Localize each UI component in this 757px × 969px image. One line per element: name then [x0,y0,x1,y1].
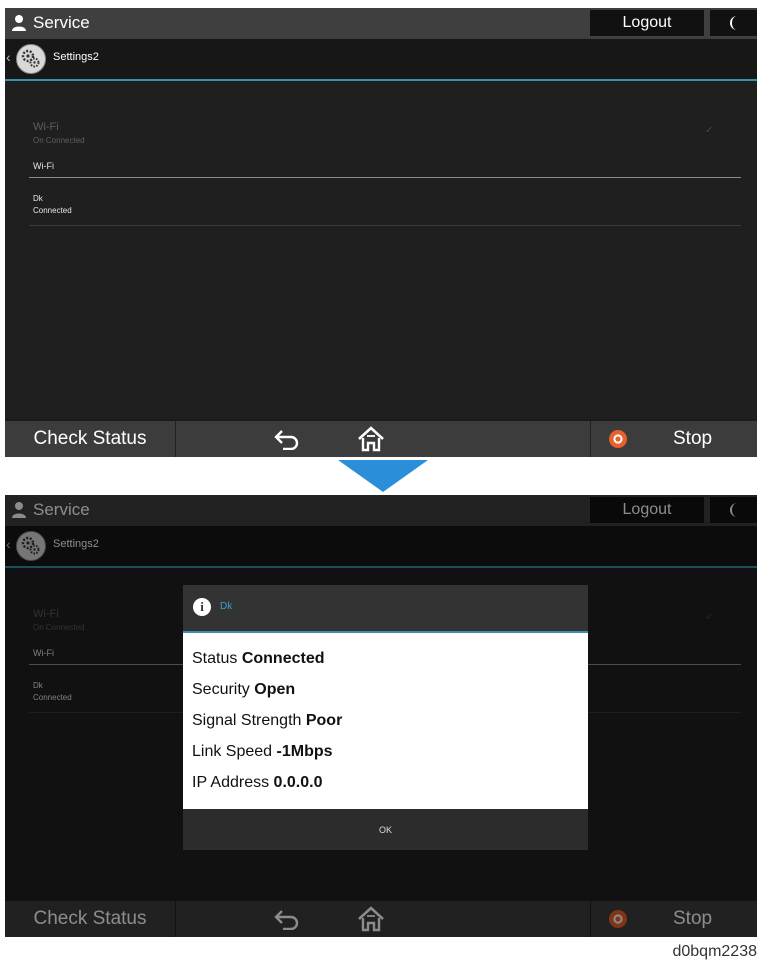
stop-button[interactable]: Stop [673,428,712,450]
separator [590,421,591,457]
app-title: Service [33,13,90,32]
status-row: Status Connected [192,650,324,668]
security-row: Security Open [192,681,295,699]
dialog-header: i Dk [183,585,588,633]
ip-address-value: 0.0.0.0 [273,774,323,791]
gear-icon [21,49,40,68]
ip-address-label: IP Address [192,774,270,791]
link-speed-row: Link Speed -1Mbps [192,743,333,761]
divider [29,177,741,178]
home-icon[interactable] [357,426,385,452]
back-arrow-icon[interactable] [273,428,301,450]
top-bar: Service Logout [5,8,757,39]
wifi-label: Wi-Fi [33,121,59,133]
dialog-title: Dk [220,601,233,612]
network-status: Connected [33,206,72,215]
settings-button[interactable] [16,44,46,74]
divider [29,225,741,226]
bottom-bar: Check Status Stop [5,421,757,457]
security-label: Security [192,681,250,698]
signal-strength-row: Signal Strength Poor [192,712,342,730]
signal-strength-label: Signal Strength [192,712,302,729]
wifi-toggle-row[interactable]: Wi-Fi On Connected [33,121,85,145]
network-item[interactable]: Dk Connected [33,193,72,217]
back-chevron[interactable]: ‹ [6,49,11,65]
status-label: Status [192,650,238,667]
checkmark-icon: ✓ [705,125,714,136]
settings-header: ‹ Settings2 [5,39,757,81]
network-info-dialog: i Dk Status Connected Security Open Sign… [183,585,588,850]
wifi-state: On Connected [33,136,85,145]
link-speed-value: -1Mbps [276,743,333,760]
user-icon [12,15,26,31]
stop-icon[interactable] [609,430,627,448]
moon-icon [729,16,737,30]
down-arrow-icon [338,460,428,492]
settings-content: Wi-Fi On Connected ✓ Wi-Fi Dk Connected [5,81,757,419]
security-value: Open [254,681,296,698]
status-value: Connected [241,650,325,667]
dialog-body: Status Connected Security Open Signal St… [183,633,588,809]
screen-before: Service Logout ‹ Settings2 Wi-Fi On Conn… [5,8,757,457]
ok-button[interactable]: OK [183,809,588,850]
signal-strength-value: Poor [305,712,343,729]
check-status-button[interactable]: Check Status [5,421,176,457]
screen-after: Service Logout ‹ Settings2 Wi-Fi On Conn… [5,495,757,937]
moon-button[interactable] [710,10,757,36]
link-speed-label: Link Speed [192,743,273,760]
logout-button[interactable]: Logout [590,10,704,36]
ip-address-row: IP Address 0.0.0.0 [192,774,322,792]
settings-title: Settings2 [53,51,99,63]
wifi-section-label: Wi-Fi [33,161,54,171]
network-name: Dk [33,194,43,203]
figure-code: d0bqm2238 [672,943,757,960]
info-icon: i [193,598,211,616]
